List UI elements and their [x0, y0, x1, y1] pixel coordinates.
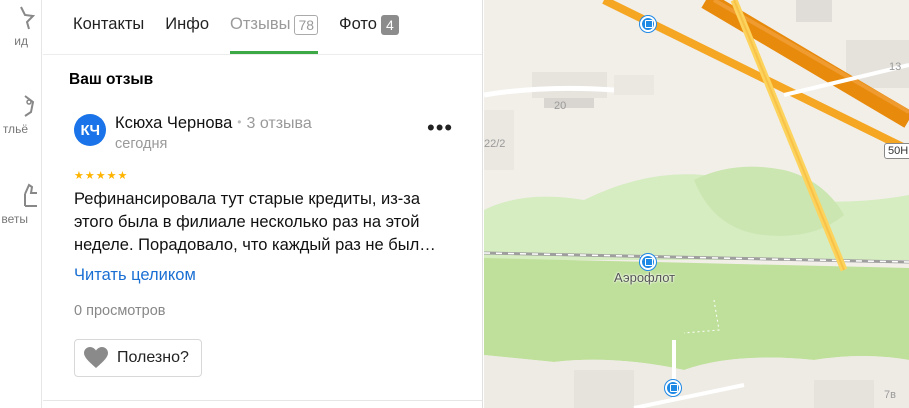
rail-item-shop[interactable]: тльё: [0, 92, 41, 136]
rail-item-tips[interactable]: веты: [0, 182, 41, 226]
more-options-button[interactable]: •••: [427, 117, 453, 139]
tab-photos[interactable]: Фото 4: [339, 0, 399, 54]
bus-stop-label[interactable]: Аэрофлот: [614, 270, 675, 285]
views-count: 0 просмотров: [74, 303, 166, 319]
bus-stop-icon[interactable]: [665, 380, 681, 396]
star-icon: [20, 6, 36, 30]
bus-stop-icon[interactable]: [640, 16, 656, 32]
tab-label: Отзывы: [230, 15, 291, 33]
tab-info[interactable]: Инфо: [165, 0, 209, 54]
map-view[interactable]: 20 22/2 13 7в 50Н Аэрофлот: [484, 0, 909, 408]
separator-dot: •: [237, 115, 242, 129]
reviews-count-badge: 78: [294, 15, 319, 35]
map-canvas: [484, 0, 909, 408]
shop-icon: [24, 95, 35, 117]
tab-label: Контакты: [73, 15, 145, 33]
review-author-line: Ксюха Чернова • 3 отзыва: [115, 114, 312, 133]
star-icon: ★: [95, 170, 106, 182]
star-icon: ★: [74, 170, 84, 182]
map-house-number: 7в: [884, 389, 896, 401]
tab-label: Инфо: [165, 15, 210, 33]
divider: [43, 54, 482, 55]
photos-count-badge: 4: [380, 15, 399, 35]
rating-stars: ★ ★ ★ ★ ★: [74, 171, 128, 182]
tab-bar: Контакты Инфо Отзывы 78 Фото 4: [73, 0, 420, 54]
star-icon: ★: [117, 170, 128, 182]
left-rail: ид тльё веты: [0, 0, 42, 408]
tab-contacts[interactable]: Контакты: [73, 0, 144, 54]
rail-item-label: тльё: [2, 122, 28, 136]
useful-button[interactable]: Полезно?: [74, 339, 202, 377]
star-icon: ★: [84, 170, 95, 182]
map-house-number: 20: [554, 100, 567, 112]
author-review-count: 3 отзыва: [246, 115, 312, 132]
star-icon: ★: [106, 170, 117, 182]
section-title: Ваш отзыв: [69, 71, 154, 88]
avatar[interactable]: КЧ: [74, 114, 106, 146]
divider: [43, 400, 482, 401]
author-name[interactable]: Ксюха Чернова: [115, 114, 232, 132]
tab-reviews[interactable]: Отзывы 78: [230, 0, 319, 54]
rail-item-label: ид: [14, 34, 28, 48]
map-house-number: 13: [889, 61, 902, 73]
bus-stop-icon[interactable]: [640, 254, 656, 270]
review-text: Рефинансировала тут старые кредиты, из-з…: [74, 190, 436, 254]
rail-item-label: веты: [1, 212, 28, 226]
road-number-badge: 50Н: [884, 143, 909, 159]
useful-label: Полезно?: [117, 349, 189, 366]
org-card-panel: Контакты Инфо Отзывы 78 Фото 4 Ваш отзыв…: [43, 0, 483, 408]
read-more-link[interactable]: Читать целиком: [74, 266, 196, 285]
map-house-number: 22/2: [484, 138, 506, 150]
thumb-icon: [24, 183, 37, 207]
rail-item-guide[interactable]: ид: [0, 4, 41, 48]
tab-label: Фото: [339, 15, 377, 33]
heart-icon: [84, 347, 108, 368]
review-date: сегодня: [115, 136, 168, 152]
